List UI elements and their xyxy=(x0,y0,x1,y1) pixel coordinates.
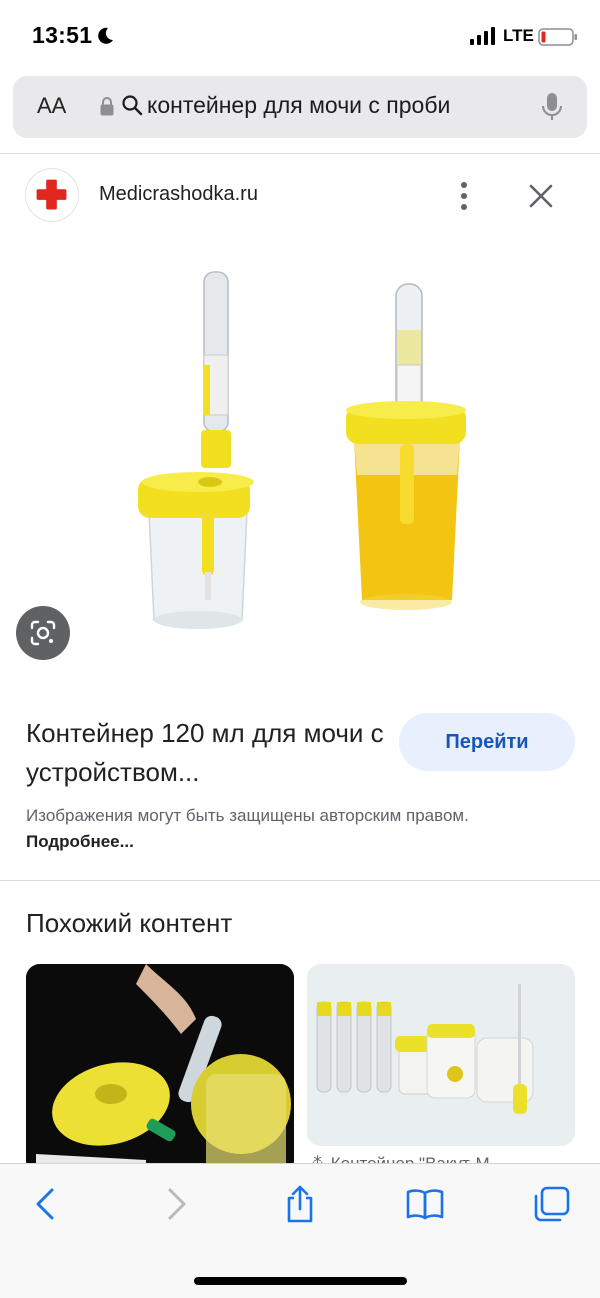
product-image[interactable] xyxy=(100,260,500,640)
home-indicator xyxy=(194,1277,407,1285)
address-bar[interactable]: AA контейнер для мочи с проби xyxy=(13,76,587,138)
network-label: LTE xyxy=(503,26,534,45)
back-icon[interactable] xyxy=(26,1184,66,1224)
divider xyxy=(0,880,600,881)
signal-icon xyxy=(470,27,495,45)
status-bar: 13:51 LTE xyxy=(0,0,600,74)
similar-image-1[interactable] xyxy=(26,964,294,1174)
share-icon[interactable] xyxy=(280,1184,320,1224)
red-cross-logo-icon xyxy=(36,179,67,210)
lens-icon xyxy=(30,620,56,646)
lock-icon xyxy=(100,97,114,116)
similar-heading: Похожий контент xyxy=(26,908,233,938)
text-size-button[interactable]: AA xyxy=(37,93,66,119)
status-time: 13:51 xyxy=(32,22,93,48)
forward-icon[interactable] xyxy=(156,1184,196,1224)
site-logo[interactable] xyxy=(25,168,79,222)
result-title[interactable]: Контейнер 120 мл для мочи с устройством.… xyxy=(26,714,386,792)
lens-button[interactable] xyxy=(16,606,70,660)
moon-icon xyxy=(98,27,113,44)
search-icon xyxy=(122,95,143,116)
filled-container-illustration xyxy=(346,283,466,610)
bookmarks-icon[interactable] xyxy=(405,1184,445,1224)
similar-image-2-illustration xyxy=(307,964,575,1146)
divider xyxy=(0,153,600,154)
more-link[interactable]: Подробнее... xyxy=(26,832,134,851)
battery-icon xyxy=(538,28,577,46)
site-name[interactable]: Medicrashodka.ru xyxy=(99,183,258,206)
tabs-icon[interactable] xyxy=(532,1184,572,1224)
similar-image-2[interactable] xyxy=(307,964,575,1146)
empty-container-illustration xyxy=(138,271,254,629)
close-icon[interactable] xyxy=(526,181,556,211)
similar-image-1-illustration xyxy=(26,964,294,1174)
copyright-text: Изображения могут быть защищены авторски… xyxy=(26,806,469,825)
copyright-note: Изображения могут быть защищены авторски… xyxy=(26,803,506,855)
mic-icon[interactable] xyxy=(540,92,564,122)
url-text[interactable]: контейнер для мочи с проби xyxy=(147,92,527,119)
go-button[interactable]: Перейти xyxy=(399,713,575,771)
more-vert-icon[interactable] xyxy=(453,181,475,211)
